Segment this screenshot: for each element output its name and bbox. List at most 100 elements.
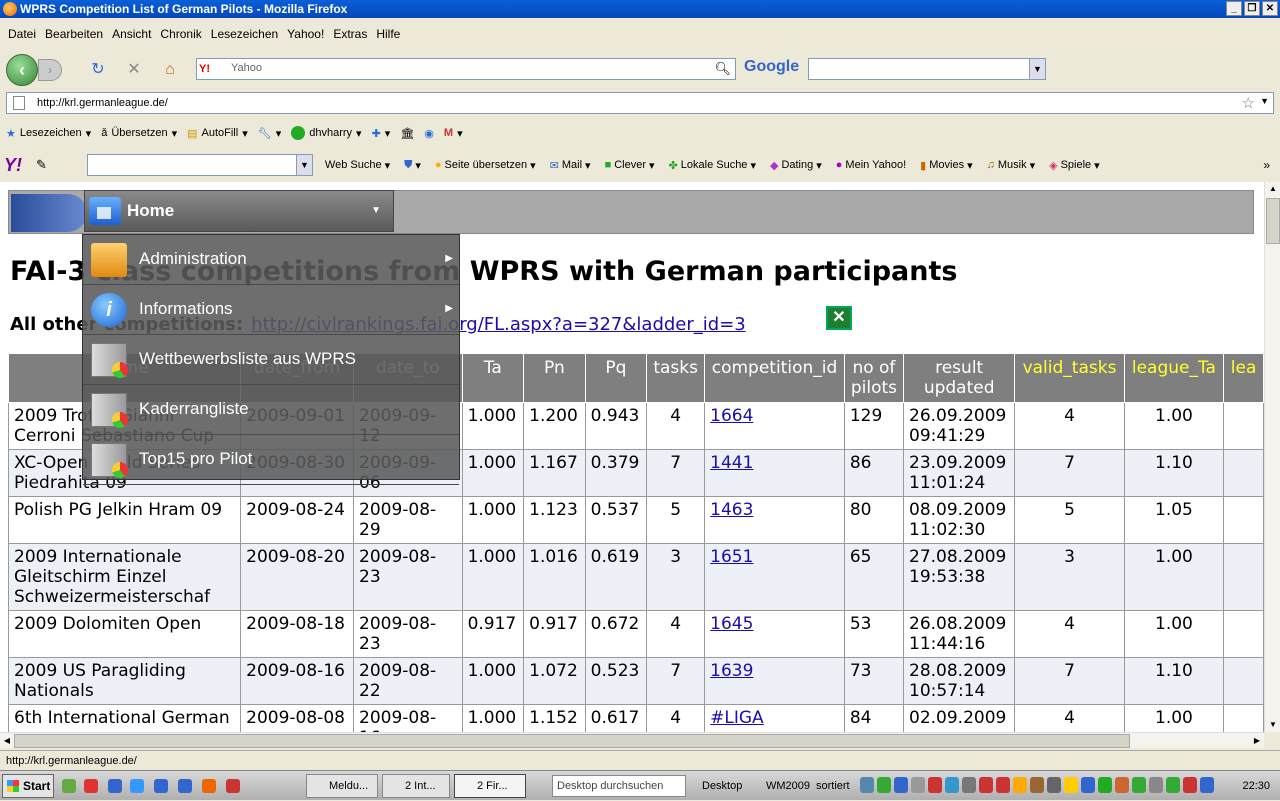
col-valid-tasks[interactable]: valid_tasks — [1014, 353, 1125, 403]
tray-icon[interactable] — [962, 777, 976, 793]
competition-id-link[interactable]: 1645 — [710, 614, 753, 634]
col-competition-id[interactable]: competition_id — [704, 353, 845, 403]
pencil-icon[interactable]: ✎ — [36, 157, 47, 173]
tray-icon[interactable] — [1115, 777, 1129, 793]
menu-item-informations[interactable]: i Informations ▶ — [83, 285, 459, 335]
wm2009-toolbar-label[interactable]: WM2009 — [766, 771, 810, 801]
vertical-scroll-thumb[interactable] — [1266, 198, 1280, 244]
competition-id-link[interactable]: #LIGA — [710, 708, 764, 728]
scroll-up-arrow[interactable]: ▲ — [1266, 182, 1280, 196]
tray-icon[interactable] — [1183, 777, 1197, 793]
restore-button[interactable]: ❐ — [1244, 1, 1260, 16]
home-menu-button[interactable]: Home ▼ — [84, 190, 394, 232]
tray-icon[interactable] — [1013, 777, 1027, 793]
yahoo-search-box[interactable]: Y! Yahoo 🔍︎ — [196, 58, 736, 80]
back-button[interactable]: ‹ — [6, 54, 38, 86]
tray-icon[interactable] — [1081, 777, 1095, 793]
tray-icon[interactable] — [1047, 777, 1061, 793]
yahoo-shield[interactable]: ⛊ ▾ — [400, 159, 431, 172]
tray-icon[interactable] — [996, 777, 1010, 793]
taskbar-item-meldung[interactable]: Meldu... — [306, 774, 378, 798]
tray-icon[interactable] — [1098, 777, 1112, 793]
chrome-icon[interactable] — [226, 779, 240, 793]
bank-button[interactable]: 🏛︎ — [398, 127, 422, 140]
tray-icon[interactable] — [894, 777, 908, 793]
sort-toolbar-label[interactable]: sortiert — [816, 771, 850, 801]
tray-icon[interactable] — [1166, 777, 1180, 793]
col-league-truncated[interactable]: lea — [1223, 353, 1264, 403]
yahoo-games[interactable]: ◈ Spiele ▾ — [1045, 159, 1110, 172]
menu-bearbeiten[interactable]: Bearbeiten — [43, 27, 110, 41]
minimize-button[interactable]: _ — [1226, 1, 1242, 16]
col-pq[interactable]: Pq — [584, 353, 648, 403]
yahoo-clever[interactable]: ■ Clever ▾ — [601, 159, 665, 172]
col-ta[interactable]: Ta — [461, 353, 525, 403]
profile-button[interactable]: dhvharry ▾ — [289, 126, 369, 140]
stop-icon[interactable]: ✕ — [124, 60, 144, 80]
taskbar-item-ie[interactable]: 2 Int... — [382, 774, 450, 798]
horizontal-scroll-thumb[interactable] — [14, 734, 1130, 748]
search-icon[interactable]: 🔍︎ — [714, 61, 731, 77]
menu-lesezeichen[interactable]: Lesezeichen — [209, 27, 285, 41]
yahoo-toolbar-search[interactable]: ▼ — [86, 154, 313, 176]
menu-item-administration[interactable]: Administration ▶ — [83, 235, 459, 285]
chevron-down-icon[interactable]: ▼ — [295, 155, 312, 175]
tray-icon[interactable] — [1132, 777, 1146, 793]
quicklaunch-icon[interactable] — [178, 779, 192, 793]
tray-icon[interactable] — [1149, 777, 1163, 793]
quicklaunch-icon[interactable] — [62, 779, 76, 793]
yahoo-logo[interactable]: Y! — [4, 155, 22, 176]
menu-datei[interactable]: Datei — [6, 27, 43, 41]
competition-id-link[interactable]: 1651 — [710, 547, 753, 567]
ie-icon[interactable] — [154, 779, 168, 793]
yahoo-translate[interactable]: ● Seite übersetzen ▾ — [431, 159, 546, 172]
menu-item-top15-pro-pilot[interactable]: Top15 pro Pilot — [83, 435, 459, 485]
forward-button[interactable]: › — [38, 59, 62, 81]
desktop-toolbar-label[interactable]: Desktop — [702, 771, 742, 801]
bookmarks-menu[interactable]: ★ Lesezeichen ▾ — [4, 127, 99, 140]
quicklaunch-icon[interactable] — [130, 779, 144, 793]
menu-hilfe[interactable]: Hilfe — [374, 27, 407, 41]
menu-ansicht[interactable]: Ansicht — [110, 27, 158, 41]
col-tasks[interactable]: tasks — [646, 353, 706, 403]
menu-item-wettbewerbsliste-aus-wprs[interactable]: Wettbewerbsliste aus WPRS — [83, 335, 459, 385]
gmail-button[interactable]: M ▾ — [442, 127, 471, 140]
col-pn[interactable]: Pn — [523, 353, 586, 403]
quicklaunch-icon[interactable] — [108, 779, 122, 793]
tray-icon[interactable] — [860, 777, 874, 793]
excel-export-icon[interactable]: ✕ — [826, 306, 852, 330]
wrench-button[interactable]: 🔧︎ ▾ — [256, 127, 290, 140]
close-button[interactable]: ✕ — [1262, 1, 1278, 16]
scroll-left-arrow[interactable]: ◀ — [0, 734, 14, 748]
addon-button[interactable]: ✚ ▾ — [370, 127, 399, 140]
menu-item-kaderrangliste[interactable]: Kaderrangliste — [83, 385, 459, 435]
scroll-down-arrow[interactable]: ▼ — [1266, 718, 1280, 732]
bookmark-star-icon[interactable]: ☆ — [1242, 94, 1255, 112]
scroll-right-arrow[interactable]: ▶ — [1250, 734, 1264, 748]
horizontal-scrollbar[interactable]: ◀ ▶ — [0, 732, 1264, 748]
vertical-scrollbar[interactable]: ▲ ▼ — [1264, 182, 1280, 732]
translate-button[interactable]: ǎ Übersetzen ▾ — [99, 127, 185, 140]
google-search-input[interactable]: ▼ — [808, 58, 1046, 80]
menu-chronik[interactable]: Chronik — [158, 27, 208, 41]
tray-icon[interactable] — [979, 777, 993, 793]
tray-icon[interactable] — [1030, 777, 1044, 793]
col-league-ta[interactable]: league_Ta — [1123, 353, 1225, 403]
autofill-button[interactable]: ▤ AutoFill ▾ — [185, 127, 256, 140]
menu-yahoo[interactable]: Yahoo! — [285, 27, 331, 41]
yahoo-local-search[interactable]: ✤ Lokale Suche ▾ — [665, 159, 766, 172]
tray-icon[interactable] — [945, 777, 959, 793]
competition-id-link[interactable]: 1463 — [710, 500, 753, 520]
chevron-down-icon[interactable]: ▼ — [1029, 59, 1045, 79]
yahoo-music[interactable]: ♫ Musik ▾ — [983, 159, 1046, 172]
start-button[interactable]: Start — [2, 774, 54, 798]
chevron-down-icon[interactable]: ▼ — [1260, 96, 1269, 106]
competition-id-link[interactable]: 1664 — [710, 406, 753, 426]
competition-id-link[interactable]: 1441 — [710, 453, 753, 473]
col-no-of-pilots[interactable]: no of pilots — [843, 353, 905, 403]
tray-icon[interactable] — [1200, 777, 1214, 793]
yahoo-dating[interactable]: ◆ Dating ▾ — [766, 159, 832, 172]
tray-icon[interactable] — [911, 777, 925, 793]
tray-icon[interactable] — [877, 777, 891, 793]
yahoo-movies[interactable]: ▮ Movies ▾ — [916, 159, 982, 172]
